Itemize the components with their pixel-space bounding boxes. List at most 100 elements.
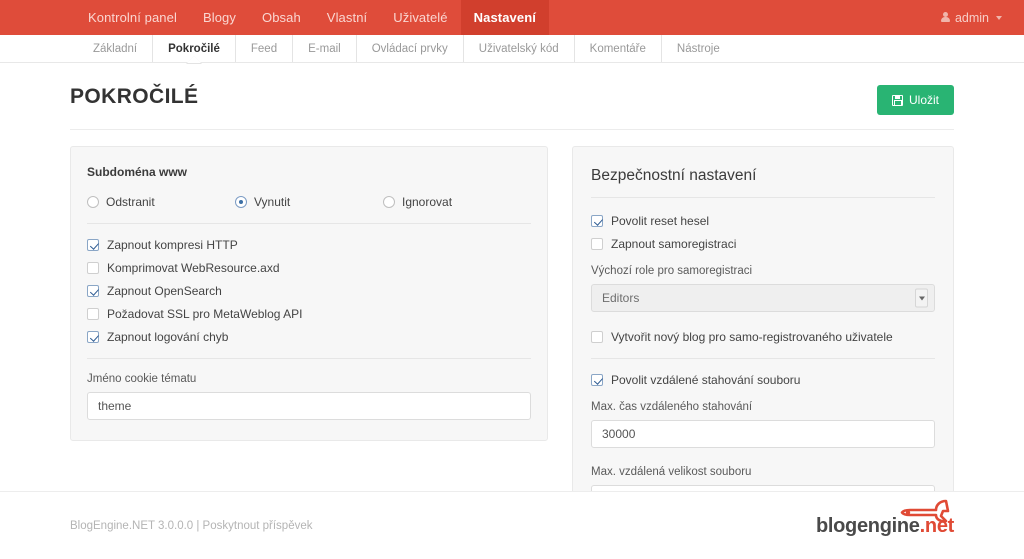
save-button-label: Uložit [908, 93, 939, 107]
radio-label: Odstranit [106, 195, 155, 209]
radio-circle-icon [87, 196, 99, 208]
left-column: Subdoména www Odstranit Vynutit Ignorova… [70, 146, 548, 536]
sub-nav-item-feed[interactable]: Feed [234, 35, 292, 62]
checkbox-require-ssl-metaweblog[interactable]: Požadovat SSL pro MetaWeblog API [87, 307, 531, 321]
checkbox-icon [87, 262, 99, 274]
remote-timeout-input[interactable] [591, 420, 935, 448]
checkbox-checked-icon [87, 331, 99, 343]
top-nav-item-dashboard[interactable]: Kontrolní panel [75, 0, 190, 35]
default-role-group: Výchozí role pro samoregistraci Editors [591, 265, 935, 312]
checkbox-label: Povolit reset hesel [611, 214, 710, 228]
sub-nav-items: Základní Pokročilé Feed E-mail Ovládací … [78, 35, 735, 62]
top-nav-label: Obsah [261, 10, 301, 25]
radio-label: Ignorovat [402, 195, 453, 209]
sub-nav-label: Nástroje [676, 42, 720, 55]
panel-divider [87, 358, 531, 359]
panel-divider [591, 197, 935, 198]
radio-option-force[interactable]: Vynutit [235, 195, 383, 209]
checkbox-create-blog-for-self-registered[interactable]: Vytvořit nový blog pro samo-registrované… [591, 330, 935, 344]
sub-nav-label: E-mail [308, 42, 341, 55]
checkbox-label: Komprimovat WebResource.axd [107, 261, 280, 275]
default-role-value: Editors [602, 291, 640, 305]
top-nav-label: Uživatelé [393, 10, 448, 25]
radio-option-remove[interactable]: Odstranit [87, 195, 235, 209]
checkbox-checked-icon [87, 285, 99, 297]
save-button[interactable]: Uložit [876, 85, 954, 115]
sub-nav-label: Feed [250, 42, 278, 55]
top-nav-item-blogs[interactable]: Blogy [190, 0, 249, 35]
remote-filesize-label: Max. vzdálená velikost souboru [591, 466, 752, 478]
sub-nav-item-tools[interactable]: Nástroje [660, 35, 735, 62]
cookie-field-label: Jméno cookie tématu [87, 373, 197, 385]
top-nav-item-content[interactable]: Obsah [249, 0, 314, 35]
user-menu[interactable]: admin [940, 0, 1024, 35]
checkbox-allow-remote-file-download[interactable]: Povolit vzdálené stahování souboru [591, 373, 935, 387]
sub-nav-item-custom-code[interactable]: Uživatelský kód [462, 35, 574, 62]
remote-timeout-label: Max. čas vzdáleného stahování [591, 401, 753, 413]
panel-divider [591, 358, 935, 359]
checkbox-label: Požadovat SSL pro MetaWeblog API [107, 307, 303, 321]
checkbox-label: Zapnout logování chyb [107, 330, 229, 344]
sub-nav-label: Komentáře [589, 42, 646, 55]
top-nav-label: Nastavení [473, 10, 536, 25]
remote-timeout-group: Max. čas vzdáleného stahování [591, 401, 935, 448]
default-role-select[interactable]: Editors [591, 284, 935, 312]
sub-nav-item-advanced[interactable]: Pokročilé [152, 35, 235, 62]
chevron-down-icon[interactable] [915, 288, 928, 308]
settings-columns: Subdoména www Odstranit Vynutit Ignorova… [70, 146, 954, 536]
subdomain-panel-heading: Subdoména www [87, 165, 188, 179]
checkbox-error-logging[interactable]: Zapnout logování chyb [87, 330, 531, 344]
checkbox-label: Zapnout OpenSearch [107, 284, 222, 298]
advanced-checkbox-group: Zapnout kompresi HTTP Komprimovat WebRes… [87, 238, 531, 344]
cookie-field-group: Jméno cookie tématu [87, 373, 531, 420]
top-navigation-bar: Kontrolní panel Blogy Obsah Vlastní Uživ… [0, 0, 1024, 35]
checkbox-compress-webresource[interactable]: Komprimovat WebResource.axd [87, 261, 531, 275]
checkbox-opensearch[interactable]: Zapnout OpenSearch [87, 284, 531, 298]
chevron-down-icon [996, 15, 1002, 20]
security-panel: Bezpečnostní nastavení Povolit reset hes… [572, 146, 954, 536]
checkbox-icon [591, 238, 603, 250]
checkbox-checked-icon [591, 374, 603, 386]
top-nav-item-custom[interactable]: Vlastní [314, 0, 380, 35]
sub-nav-item-email[interactable]: E-mail [292, 35, 356, 62]
radio-circle-icon [383, 196, 395, 208]
save-floppy-icon [891, 94, 903, 106]
checkbox-icon [87, 308, 99, 320]
sub-nav-label: Ovládací prvky [371, 42, 448, 55]
checkbox-icon [591, 331, 603, 343]
radio-circle-selected-icon [235, 196, 247, 208]
top-nav-label: Kontrolní panel [88, 10, 177, 25]
page-header: POKROČILÉ Uložit [70, 63, 954, 115]
blogengine-logo[interactable]: blogengine.net [816, 499, 954, 536]
checkbox-label: Povolit vzdálené stahování souboru [611, 373, 801, 387]
theme-cookie-input[interactable] [87, 392, 531, 420]
checkbox-enable-self-registration[interactable]: Zapnout samoregistraci [591, 237, 935, 251]
checkbox-http-compression[interactable]: Zapnout kompresi HTTP [87, 238, 531, 252]
top-nav-label: Vlastní [326, 10, 368, 25]
default-role-label: Výchozí role pro samoregistraci [591, 265, 753, 277]
subdomain-panel: Subdoména www Odstranit Vynutit Ignorova… [70, 146, 548, 441]
sub-nav-item-controls[interactable]: Ovládací prvky [355, 35, 463, 62]
security-panel-heading: Bezpečnostní nastavení [591, 167, 757, 184]
radio-label: Vynutit [254, 195, 291, 209]
sub-navigation-bar: Základní Pokročilé Feed E-mail Ovládací … [0, 35, 1024, 63]
page-footer: BlogEngine.NET 3.0.0.0 | Poskytnout přís… [0, 491, 1024, 559]
top-nav-item-users[interactable]: Uživatelé [380, 0, 460, 35]
checkbox-checked-icon [591, 215, 603, 227]
checkbox-allow-password-reset[interactable]: Povolit reset hesel [591, 214, 935, 228]
panel-divider [87, 223, 531, 224]
checkbox-label: Zapnout kompresi HTTP [107, 238, 238, 252]
sub-nav-label: Pokročilé [168, 42, 220, 55]
radio-option-ignore[interactable]: Ignorovat [383, 195, 531, 209]
wrench-icon [900, 499, 950, 522]
checkbox-label: Zapnout samoregistraci [611, 237, 737, 251]
subdomain-radio-group: Odstranit Vynutit Ignorovat [87, 195, 531, 209]
footer-text: BlogEngine.NET 3.0.0.0 | Poskytnout přís… [70, 519, 313, 532]
sub-nav-item-comments[interactable]: Komentáře [573, 35, 661, 62]
sub-nav-label: Uživatelský kód [478, 42, 559, 55]
header-divider [70, 129, 954, 130]
user-menu-label: admin [954, 10, 989, 25]
top-nav-item-settings[interactable]: Nastavení [460, 0, 549, 35]
top-nav-label: Blogy [202, 10, 236, 25]
sub-nav-item-basic[interactable]: Základní [78, 35, 152, 62]
